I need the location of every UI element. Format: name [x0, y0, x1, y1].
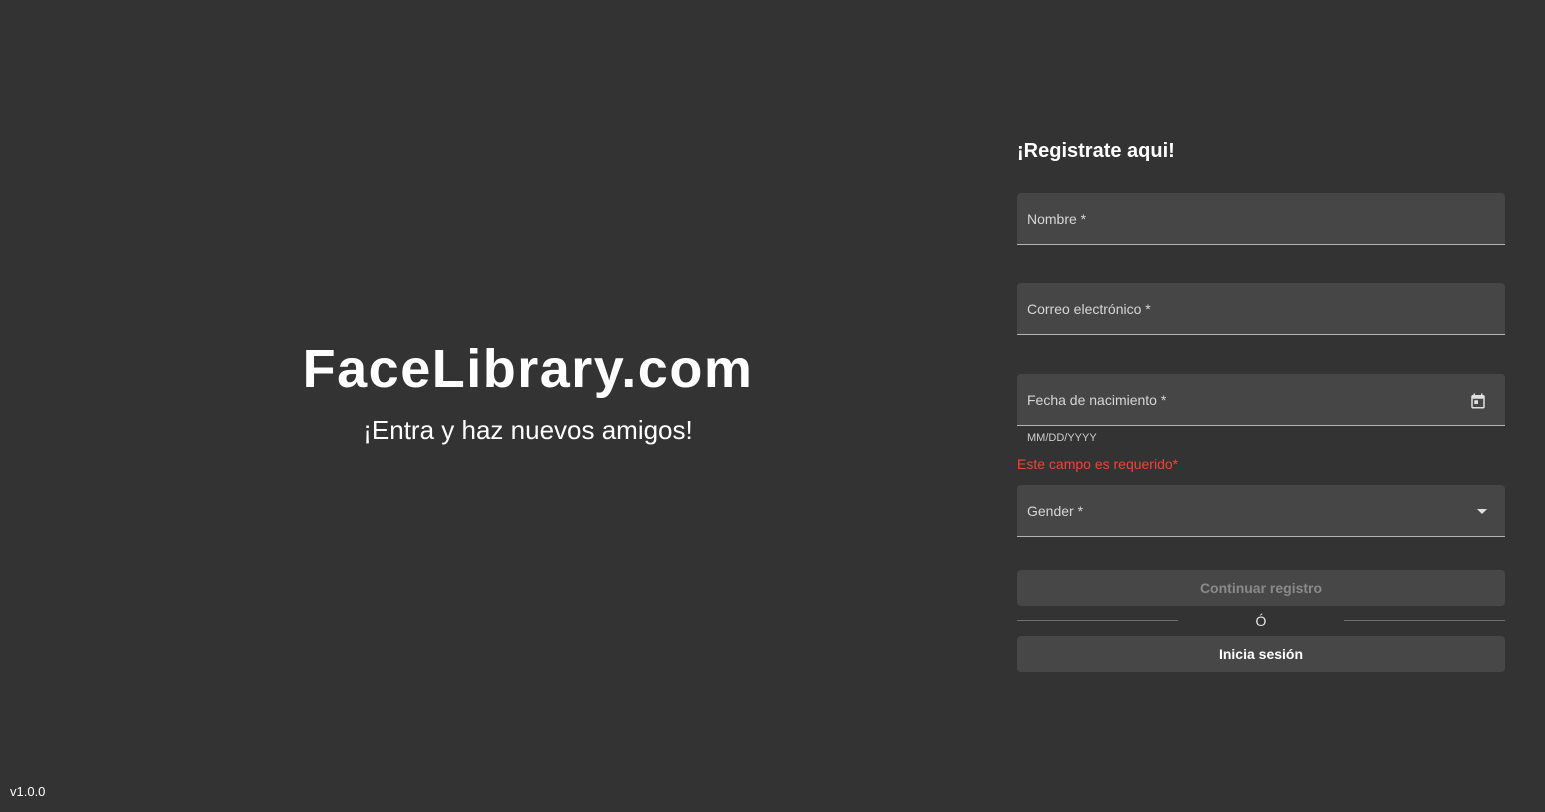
separator: Ó: [1017, 611, 1505, 631]
birthdate-field[interactable]: Fecha de nacimiento *: [1017, 374, 1505, 426]
email-field[interactable]: Correo electrónico *: [1017, 283, 1505, 335]
birthdate-hint: MM/DD/YYYY: [1027, 432, 1097, 444]
tagline: ¡Entra y haz nuevos amigos!: [363, 415, 693, 445]
brand-title: FaceLibrary.com: [302, 339, 754, 399]
registration-form: ¡Registrate aqui! Nombre * Correo electr…: [1017, 136, 1505, 672]
name-field-label: Nombre *: [1027, 211, 1087, 227]
gender-select-label: Gender *: [1027, 503, 1084, 519]
login-button[interactable]: Inicia sesión: [1017, 636, 1505, 672]
version-label: v1.0.0: [10, 784, 46, 799]
calendar-icon[interactable]: [1469, 392, 1487, 410]
form-title: ¡Registrate aqui!: [1017, 140, 1175, 162]
separator-text: Ó: [1255, 613, 1267, 629]
dropdown-arrow-icon: [1475, 502, 1493, 520]
continue-registration-button[interactable]: Continuar registro: [1017, 570, 1505, 606]
name-field[interactable]: Nombre *: [1017, 193, 1505, 245]
birthdate-error: Este campo es requerido*: [1017, 456, 1179, 472]
birthdate-field-label: Fecha de nacimiento *: [1027, 392, 1167, 408]
gender-select[interactable]: Gender *: [1017, 485, 1505, 537]
registration-page: FaceLibrary.com ¡Entra y haz nuevos amig…: [0, 0, 1545, 812]
hero-section: FaceLibrary.com ¡Entra y haz nuevos amig…: [0, 0, 1056, 812]
email-field-label: Correo electrónico *: [1027, 301, 1151, 317]
